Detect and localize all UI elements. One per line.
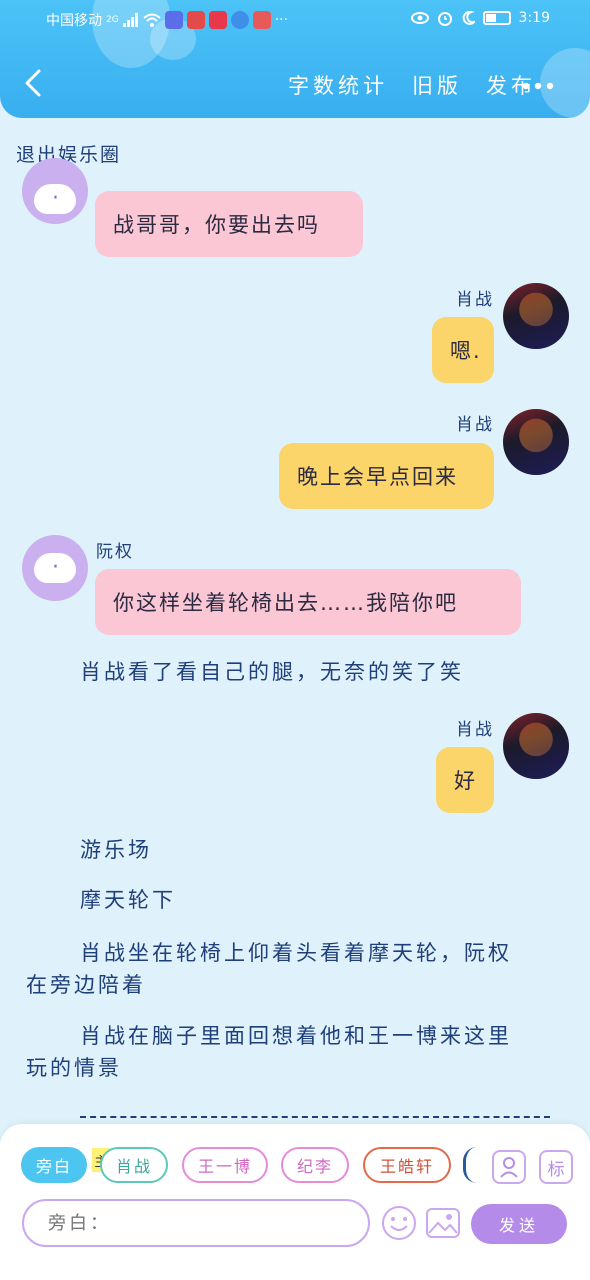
huawei-app-icon xyxy=(252,11,271,29)
status-bar: 中国移动 2G ··· 3:19 xyxy=(0,0,590,40)
role-chip-xiaozhan[interactable]: 肖战 xyxy=(100,1147,168,1183)
ghost-face-icon xyxy=(34,553,76,583)
app-header: 中国移动 2G ··· 3:19 字数统计 旧版 发布 xyxy=(0,0,590,118)
narration-text: 摩天轮下 xyxy=(80,888,176,912)
role-chip-label: 王皓轩 xyxy=(379,1157,434,1176)
emoji-button[interactable] xyxy=(380,1204,418,1242)
narration-text: 游乐场 xyxy=(80,838,152,862)
reader-app-icon xyxy=(186,11,205,29)
emoji-icon xyxy=(382,1206,416,1240)
more-button[interactable] xyxy=(522,70,554,94)
word-count-button[interactable]: 字数统计 xyxy=(288,70,388,100)
message-bubble[interactable]: 你这样坐着轮椅出去……我陪你吧 xyxy=(95,569,521,635)
network-label: 2G xyxy=(106,15,119,25)
more-notifications: ··· xyxy=(274,12,289,28)
header-toolbar: 字数统计 旧版 发布 xyxy=(288,70,536,100)
avatar[interactable] xyxy=(503,409,569,475)
mark-button[interactable]: 标 xyxy=(539,1150,573,1184)
avatar[interactable] xyxy=(22,158,88,224)
composer-panel: 旁白 主 肖战 王一博 纪李 王皓轩 标 发送 xyxy=(0,1124,590,1280)
message-text: 好 xyxy=(454,769,477,793)
mark-label: 标 xyxy=(547,1159,565,1180)
message-bubble[interactable]: 战哥哥，你要出去吗 xyxy=(95,191,363,257)
ghost-face-icon xyxy=(34,184,76,214)
speaker-name: 肖战 xyxy=(456,415,494,435)
avatar[interactable] xyxy=(503,713,569,779)
role-chip-label: 旁白 xyxy=(35,1157,72,1176)
alarm-icon xyxy=(437,12,452,26)
narration-text: 肖战坐在轮椅上仰着头看着摩天轮，阮权 xyxy=(80,941,512,965)
music-app-icon xyxy=(164,11,183,29)
browser-app-icon xyxy=(230,11,249,29)
role-chip-narrator[interactable]: 旁白 xyxy=(21,1147,87,1183)
avatar[interactable] xyxy=(22,535,88,601)
speaker-name: 阮权 xyxy=(96,542,134,562)
role-chip-label: 肖战 xyxy=(115,1157,152,1176)
person-icon xyxy=(500,1157,518,1178)
message-text: 嗯. xyxy=(450,339,482,363)
speaker-name: 肖战 xyxy=(456,720,494,740)
narration-text: 肖战在脑子里面回想着他和王一博来这里 xyxy=(80,1024,512,1048)
message-bubble[interactable]: 晚上会早点回来 xyxy=(279,443,494,509)
role-chip-overflow[interactable] xyxy=(463,1147,477,1183)
send-button[interactable]: 发送 xyxy=(471,1204,567,1244)
message-input[interactable] xyxy=(22,1199,370,1247)
back-button[interactable] xyxy=(18,68,48,98)
message-text: 战哥哥，你要出去吗 xyxy=(113,213,320,237)
character-manage-button[interactable] xyxy=(492,1150,526,1184)
speaker-name: 肖战 xyxy=(456,290,494,310)
old-version-button[interactable]: 旧版 xyxy=(412,70,462,100)
signal-icon xyxy=(122,13,138,27)
wifi-icon xyxy=(143,13,161,27)
moon-icon xyxy=(462,11,475,25)
chevron-left-icon xyxy=(25,69,41,97)
eye-icon xyxy=(410,12,429,24)
role-chip-wanghaoxuan[interactable]: 王皓轩 xyxy=(363,1147,451,1183)
narration-text: 在旁边陪着 xyxy=(26,973,146,997)
scene-divider xyxy=(80,1116,550,1118)
carrier-label: 中国移动 xyxy=(46,13,102,29)
more-horizontal-icon xyxy=(522,82,554,90)
role-chip-wangyibo[interactable]: 王一博 xyxy=(182,1147,268,1183)
image-button[interactable] xyxy=(424,1204,462,1242)
message-bubble[interactable]: 嗯. xyxy=(432,317,494,383)
role-chip-label: 王一博 xyxy=(197,1157,252,1176)
send-label: 发送 xyxy=(498,1216,539,1235)
image-icon xyxy=(426,1208,460,1238)
message-text: 你这样坐着轮椅出去……我陪你吧 xyxy=(113,591,458,615)
role-chip-jili[interactable]: 纪李 xyxy=(281,1147,349,1183)
clock-label: 3:19 xyxy=(518,10,550,26)
message-text: 晚上会早点回来 xyxy=(297,465,458,489)
message-bubble[interactable]: 好 xyxy=(436,747,494,813)
novel-app-icon xyxy=(208,11,227,29)
avatar[interactable] xyxy=(503,283,569,349)
narration-text: 肖战看了看自己的腿，无奈的笑了笑 xyxy=(80,660,464,684)
battery-icon xyxy=(482,11,511,25)
role-chip-label: 纪李 xyxy=(296,1157,333,1176)
narration-text: 玩的情景 xyxy=(26,1056,122,1080)
